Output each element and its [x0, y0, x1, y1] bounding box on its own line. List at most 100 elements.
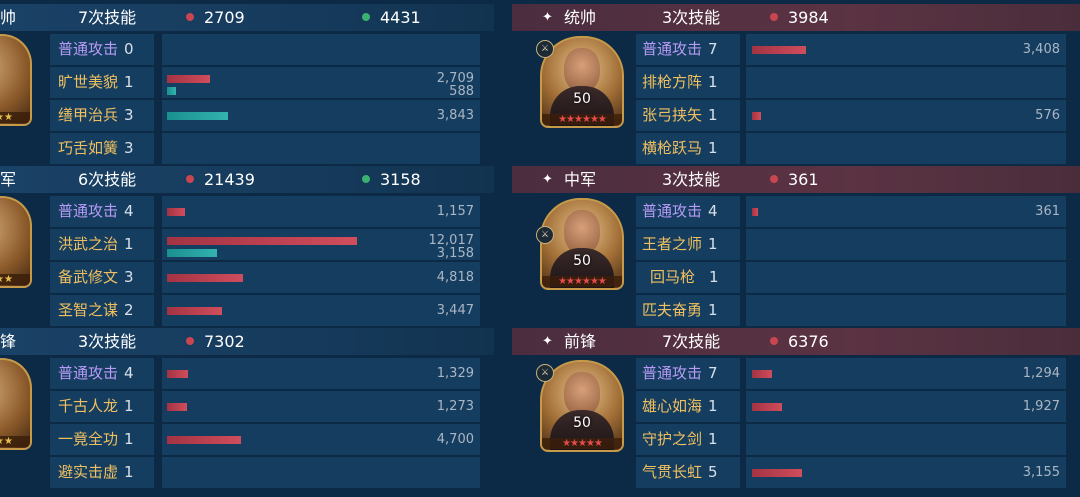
role-label: 中军	[564, 170, 597, 189]
heal-dot-icon	[362, 12, 370, 21]
damage-dot-icon	[186, 174, 194, 183]
skill-name[interactable]: 横枪跃马 1	[642, 133, 718, 164]
skill-cast-count: 1	[124, 463, 134, 481]
skill-name[interactable]: 千古人龙 1	[58, 391, 134, 422]
skill-name[interactable]: 雄心如海 1	[642, 391, 718, 422]
skill-name-text: 横枪跃马	[642, 139, 703, 157]
skill-damage-bar	[167, 208, 185, 216]
skill-damage-bar	[167, 237, 357, 245]
skill-name[interactable]: 匹夫奋勇 1	[642, 295, 718, 326]
skill-row-bar-bg	[746, 262, 1066, 293]
general-portrait[interactable]: ★★★★	[0, 34, 32, 126]
skill-row-bar-bg	[746, 391, 1066, 422]
troop-type-icon: ⚔	[536, 40, 554, 58]
damage-total: 2709	[186, 4, 245, 31]
heal-dot-icon	[362, 174, 370, 183]
skill-row-bar-bg	[746, 424, 1066, 455]
skill-name-text: 缮甲治兵	[58, 106, 119, 124]
skill-damage-bar	[752, 112, 761, 120]
skill-name[interactable]: 备武修文 3	[58, 262, 134, 293]
skill-name-text: 一竟全功	[58, 430, 119, 448]
star-rating: ★★★★★★	[542, 114, 622, 125]
general-portrait[interactable]: ★★★★	[0, 196, 32, 288]
general-portrait[interactable]: 50 ★★★★★★	[540, 198, 624, 290]
damage-value: 6376	[788, 332, 829, 351]
skill-count: 3次技能	[78, 332, 137, 351]
skill-damage-bar	[752, 469, 802, 477]
skill-name[interactable]: 普通攻击 7	[642, 358, 718, 389]
skill-name[interactable]: 回马枪 1	[650, 262, 719, 293]
right-general-panel[interactable]: ✦ 统帅 3次技能 3984 50 ★★★★★★ ⚔ 普通攻击 7 3,408 排枪方阵 1 张弓挟矢 1…	[512, 4, 1080, 164]
skill-name-text: 匹夫奋勇	[642, 301, 703, 319]
skill-cast-count: 1	[708, 301, 718, 319]
left-general-panel[interactable]: 锋 3次技能 7302 ★★★★ 普通攻击 4 1,329 千古人龙 1 1,273 一竟全功 1 4,…	[0, 328, 494, 488]
heal-value: 3158	[380, 170, 421, 189]
skill-name-text: 守护之剑	[642, 430, 703, 448]
skill-cast-count: 4	[124, 364, 134, 382]
role-label: 军	[0, 170, 17, 189]
skill-row-bar-bg	[746, 295, 1066, 326]
skill-cast-count: 3	[124, 106, 134, 124]
skill-name[interactable]: 旷世美貌 1	[58, 67, 134, 98]
skill-value: 4,818	[436, 270, 474, 285]
skill-name[interactable]: 张弓挟矢 1	[642, 100, 718, 131]
skill-row-bar-bg	[746, 100, 1066, 131]
skill-name[interactable]: 王者之师 1	[642, 229, 718, 260]
troop-type-icon: ⚔	[536, 226, 554, 244]
skill-row-bar-bg	[746, 196, 1066, 227]
skill-name-text: 气贯长虹	[642, 463, 703, 481]
skill-row-bar-bg	[746, 358, 1066, 389]
skill-cast-count: 3	[124, 139, 134, 157]
skill-name-text: 避实击虚	[58, 463, 119, 481]
skill-damage-bar	[167, 436, 241, 444]
troop-type-icon: ⚔	[536, 364, 554, 382]
heal-value: 4431	[380, 8, 421, 27]
skill-name[interactable]: 巧舌如簧 3	[58, 133, 134, 164]
damage-value: 21439	[204, 170, 255, 189]
skill-cast-count: 1	[708, 106, 718, 124]
skill-damage-bar	[752, 46, 806, 54]
skill-name-text: 普通攻击	[642, 40, 703, 58]
skill-name[interactable]: 气贯长虹 5	[642, 457, 718, 488]
skill-count: 6次技能	[78, 170, 137, 189]
left-general-panel[interactable]: 帅7次技能27094431★★★★普通攻击0旷世美貌12,709588缮甲治兵3…	[0, 4, 494, 164]
skill-count: 3次技能	[662, 8, 721, 27]
skill-name[interactable]: 缮甲治兵 3	[58, 100, 134, 131]
skill-name-text: 普通攻击	[642, 364, 703, 382]
skill-name[interactable]: 守护之剑 1	[642, 424, 718, 455]
skill-damage-bar	[167, 75, 210, 83]
skill-name[interactable]: 普通攻击 4	[642, 196, 718, 227]
skill-name[interactable]: 排枪方阵 1	[642, 67, 718, 98]
right-general-panel[interactable]: ✦ 前锋 7次技能 6376 50 ★★★★★ ⚔ 普通攻击 7 1,294 雄心如海 1 1,927 守…	[512, 328, 1080, 488]
skill-value: 3,155	[1022, 465, 1060, 480]
damage-dot-icon	[770, 336, 778, 345]
damage-value: 7302	[204, 332, 245, 351]
panel-header: ✦ 中军 3次技能 361	[512, 166, 1080, 193]
panel-header: 锋 3次技能 7302	[0, 328, 494, 355]
skill-name[interactable]: 避实击虚 1	[58, 457, 134, 488]
damage-total: 6376	[770, 328, 829, 355]
skill-name[interactable]: 普通攻击 7	[642, 34, 718, 65]
damage-total: 361	[770, 166, 819, 193]
skill-cast-count: 0	[124, 40, 134, 58]
skill-name[interactable]: 洪武之治 1	[58, 229, 134, 260]
role-label: 锋	[0, 332, 17, 351]
skill-name[interactable]: 普通攻击 4	[58, 358, 134, 389]
skill-name-text: 回马枪	[650, 268, 696, 286]
skill-name-text: 普通攻击	[58, 40, 119, 58]
skill-name[interactable]: 普通攻击 0	[58, 34, 134, 65]
right-general-panel[interactable]: ✦ 中军 3次技能 361 50 ★★★★★★ ⚔ 普通攻击 4 361 王者之师 1 回马枪 1 匹夫奋勇…	[512, 166, 1080, 326]
sparkle-icon: ✦	[542, 334, 553, 349]
skill-value: 1,157	[436, 204, 474, 219]
skill-cast-count: 1	[708, 397, 718, 415]
star-rating: ★★★★	[0, 112, 30, 123]
left-general-panel[interactable]: 军6次技能214393158★★★★普通攻击41,157洪武之治112,0173…	[0, 166, 494, 326]
star-rating: ★★★★	[0, 436, 30, 447]
skill-row-bar-bg	[746, 67, 1066, 98]
skill-name[interactable]: 普通攻击 4	[58, 196, 134, 227]
skill-name[interactable]: 圣智之谋 2	[58, 295, 134, 326]
skill-cast-count: 1	[124, 235, 134, 253]
skill-row-bar-bg	[746, 229, 1066, 260]
skill-name[interactable]: 一竟全功 1	[58, 424, 134, 455]
general-portrait[interactable]: ★★★★	[0, 358, 32, 450]
